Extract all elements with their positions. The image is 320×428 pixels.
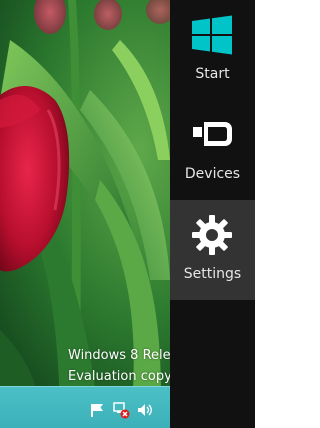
charm-label: Settings [183, 266, 242, 282]
network-disconnected-icon[interactable] [112, 401, 130, 419]
charms-bar: Start Devices Settings [170, 0, 255, 428]
settings-charm[interactable]: Settings [170, 200, 255, 300]
start-charm[interactable]: Start [170, 0, 255, 100]
speaker-icon[interactable] [136, 401, 154, 419]
charm-label: Devices [184, 166, 241, 182]
devices-icon [193, 122, 232, 146]
charm-label: Start [195, 66, 230, 82]
devices-charm[interactable]: Devices [170, 100, 255, 200]
gear-icon [192, 215, 232, 255]
windows-logo-icon [192, 15, 232, 55]
screen: Windows 8 Release Preview Evaluation cop… [0, 0, 255, 428]
flag-icon[interactable] [88, 401, 106, 419]
